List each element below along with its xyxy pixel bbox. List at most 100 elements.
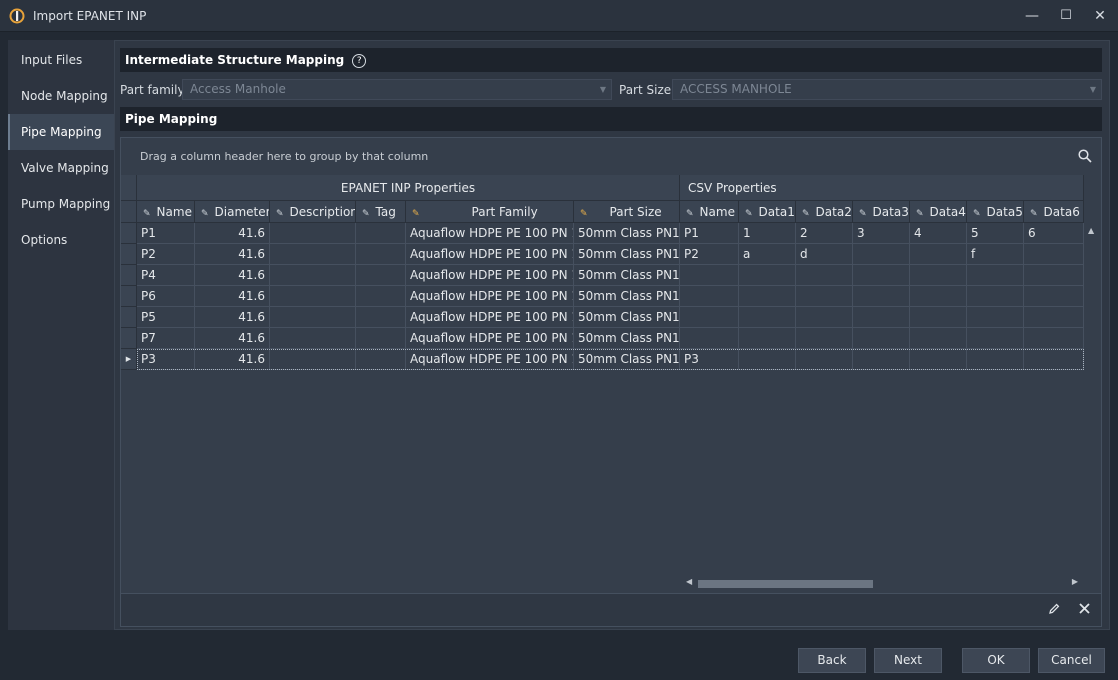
sidebar-item-node-mapping[interactable]: Node Mapping — [8, 78, 114, 114]
cell-name[interactable]: P5 — [137, 307, 195, 328]
column-header-description[interactable]: ✎ Description — [270, 201, 356, 223]
column-header-data1[interactable]: ✎ Data1 — [739, 201, 796, 223]
cell-data3[interactable] — [853, 244, 910, 265]
row-selector[interactable] — [121, 307, 137, 328]
column-header-data2[interactable]: ✎ Data2 — [796, 201, 853, 223]
cell-diameter[interactable]: 41.6 — [195, 286, 270, 307]
minimize-button[interactable]: — — [1022, 6, 1042, 26]
cell-diameter[interactable]: 41.6 — [195, 328, 270, 349]
edit-pencil-icon[interactable] — [1048, 603, 1060, 615]
cell-csv-name[interactable]: P1 — [680, 223, 739, 244]
cell-diameter[interactable]: 41.6 — [195, 265, 270, 286]
cell-part-family[interactable]: Aquaflow HDPE PE 100 PN 10 — [406, 223, 574, 244]
cell-tag[interactable] — [356, 244, 406, 265]
column-header-diameter[interactable]: ✎ Diameter — [195, 201, 270, 223]
cell-data4[interactable] — [910, 265, 967, 286]
cell-data4[interactable] — [910, 286, 967, 307]
maximize-button[interactable]: ☐ — [1056, 6, 1076, 26]
column-header-data3[interactable]: ✎ Data3 — [853, 201, 910, 223]
clear-icon[interactable] — [1079, 603, 1090, 614]
column-header-csv-name[interactable]: ✎ Name — [680, 201, 739, 223]
ok-button[interactable]: OK — [962, 648, 1030, 673]
cell-diameter[interactable]: 41.6 — [195, 223, 270, 244]
cell-data1[interactable]: a — [739, 244, 796, 265]
sidebar-item-pump-mapping[interactable]: Pump Mapping — [8, 186, 114, 222]
cell-data2[interactable] — [796, 307, 853, 328]
cell-data3[interactable]: 3 — [853, 223, 910, 244]
column-header-part-family[interactable]: ✎ Part Family — [406, 201, 574, 223]
cell-data1[interactable] — [739, 328, 796, 349]
scrollbar-thumb[interactable] — [698, 580, 873, 588]
cell-data2[interactable] — [796, 328, 853, 349]
row-selector[interactable] — [121, 223, 137, 244]
cell-data1[interactable] — [739, 265, 796, 286]
cell-data6[interactable] — [1024, 265, 1084, 286]
cell-data2[interactable] — [796, 265, 853, 286]
cell-name[interactable]: P1 — [137, 223, 195, 244]
part-size-dropdown[interactable]: ACCESS MANHOLE ▼ — [672, 79, 1102, 100]
cell-data1[interactable] — [739, 286, 796, 307]
cell-data6[interactable] — [1024, 328, 1084, 349]
row-selector[interactable] — [121, 265, 137, 286]
cell-data3[interactable] — [853, 265, 910, 286]
cell-part-size[interactable]: 50mm Class PN10 — [574, 307, 680, 328]
cell-data5[interactable]: 5 — [967, 223, 1024, 244]
row-selector[interactable]: ▶ — [121, 349, 137, 370]
sidebar-item-input-files[interactable]: Input Files — [8, 42, 114, 78]
cell-tag[interactable] — [356, 223, 406, 244]
cell-part-size[interactable]: 50mm Class PN10 — [574, 328, 680, 349]
cell-description[interactable] — [270, 328, 356, 349]
column-header-data6[interactable]: ✎ Data6 — [1024, 201, 1084, 223]
cell-data3[interactable] — [853, 307, 910, 328]
cell-part-size[interactable]: 50mm Class PN10 — [574, 223, 680, 244]
column-header-part-size[interactable]: ✎ Part Size — [574, 201, 680, 223]
cell-data5[interactable] — [967, 328, 1024, 349]
cell-data6[interactable] — [1024, 244, 1084, 265]
cell-description[interactable] — [270, 265, 356, 286]
cell-description[interactable] — [270, 223, 356, 244]
cell-data5[interactable] — [967, 286, 1024, 307]
cell-csv-name[interactable] — [680, 265, 739, 286]
cell-data2[interactable] — [796, 286, 853, 307]
column-header-tag[interactable]: ✎ Tag — [356, 201, 406, 223]
cell-data2[interactable]: d — [796, 244, 853, 265]
cell-part-family[interactable]: Aquaflow HDPE PE 100 PN 10 — [406, 286, 574, 307]
next-button[interactable]: Next — [874, 648, 942, 673]
cell-csv-name[interactable]: P2 — [680, 244, 739, 265]
cell-data5[interactable]: f — [967, 244, 1024, 265]
close-window-button[interactable]: ✕ — [1090, 6, 1110, 26]
cell-diameter[interactable]: 41.6 — [195, 244, 270, 265]
cell-data3[interactable] — [853, 328, 910, 349]
cell-part-family[interactable]: Aquaflow HDPE PE 100 PN 10 — [406, 244, 574, 265]
cell-name[interactable]: P4 — [137, 265, 195, 286]
cell-data2[interactable]: 2 — [796, 223, 853, 244]
cell-data6[interactable] — [1024, 307, 1084, 328]
scroll-left-icon[interactable]: ◀ — [686, 577, 692, 586]
cell-part-size[interactable]: 50mm Class PN10 — [574, 286, 680, 307]
cell-part-family[interactable]: Aquaflow HDPE PE 100 PN 10 — [406, 328, 574, 349]
cell-data5[interactable] — [967, 265, 1024, 286]
cell-description[interactable] — [270, 286, 356, 307]
cell-csv-name[interactable] — [680, 307, 739, 328]
cell-csv-name[interactable] — [680, 286, 739, 307]
sidebar-item-pipe-mapping[interactable]: Pipe Mapping — [8, 114, 114, 150]
cell-description[interactable] — [270, 307, 356, 328]
cell-data4[interactable] — [910, 307, 967, 328]
cell-tag[interactable] — [356, 307, 406, 328]
cell-name[interactable]: P2 — [137, 244, 195, 265]
column-header-data5[interactable]: ✎ Data5 — [967, 201, 1024, 223]
cell-part-size[interactable]: 50mm Class PN10 — [574, 244, 680, 265]
group-by-drop-area[interactable]: Drag a column header here to group by th… — [140, 150, 428, 163]
scroll-right-icon[interactable]: ▶ — [1072, 577, 1078, 586]
column-header-name[interactable]: ✎ Name — [137, 201, 195, 223]
search-icon[interactable] — [1078, 149, 1092, 163]
cell-data1[interactable] — [739, 307, 796, 328]
row-selector[interactable] — [121, 286, 137, 307]
sidebar-item-options[interactable]: Options — [8, 222, 114, 258]
cell-part-size[interactable]: 50mm Class PN10 — [574, 265, 680, 286]
cell-csv-name[interactable] — [680, 328, 739, 349]
help-icon[interactable]: ? — [352, 54, 367, 68]
cell-data4[interactable] — [910, 244, 967, 265]
row-selector[interactable] — [121, 244, 137, 265]
horizontal-scrollbar[interactable]: ◀ ▶ — [682, 576, 1084, 592]
